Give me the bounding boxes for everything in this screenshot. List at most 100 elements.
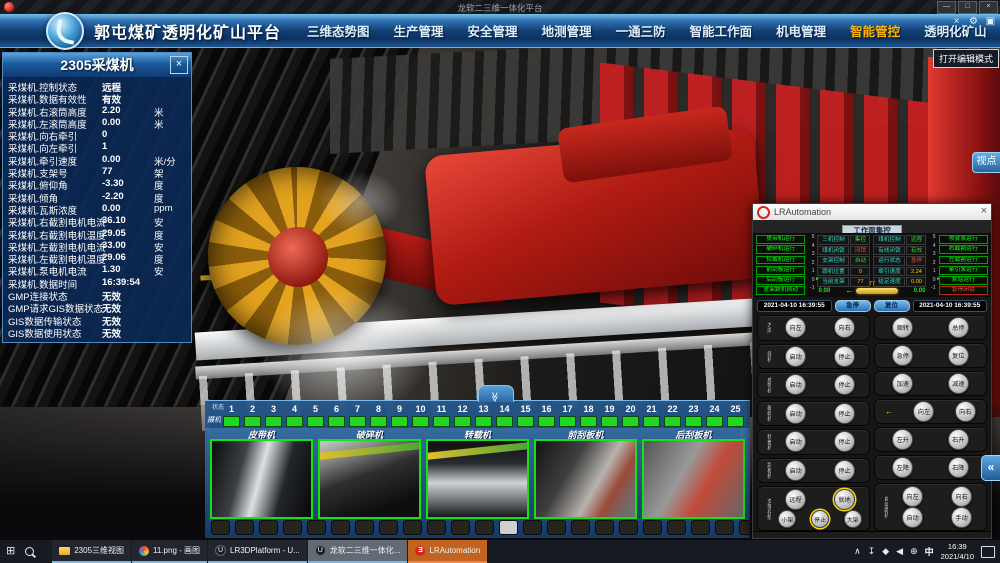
strip-tile[interactable] <box>403 520 422 535</box>
camera-channel[interactable]: 10 <box>410 403 431 427</box>
strip-tile[interactable] <box>547 520 566 535</box>
maximize-button[interactable]: □ <box>958 1 977 14</box>
open-edit-mode-button[interactable]: 打开编辑模式 <box>933 49 999 68</box>
camera-feed[interactable]: 后刮板机 <box>642 428 745 519</box>
camera-channel[interactable]: 18 <box>578 403 599 427</box>
control-button[interactable]: 左降 <box>892 457 913 478</box>
control-button[interactable]: 向右 <box>955 401 976 422</box>
camera-channel[interactable]: 5 <box>305 403 326 427</box>
nav-item[interactable]: 智能工作面 <box>690 21 753 40</box>
tools-icon[interactable]: × <box>950 16 963 27</box>
control-button[interactable]: 左升 <box>892 429 913 450</box>
strip-tile[interactable] <box>667 520 686 535</box>
camera-channel[interactable]: 25 <box>725 403 746 427</box>
strip-tile[interactable] <box>307 520 326 535</box>
camera-channel[interactable]: 19 <box>599 403 620 427</box>
strip-tile[interactable] <box>355 520 374 535</box>
camera-channel[interactable]: 24 <box>704 403 725 427</box>
control-button[interactable]: 减速 <box>948 373 969 394</box>
strip-tile[interactable] <box>475 520 494 535</box>
camera-panel-collapse-tab[interactable]: ≪ <box>478 385 514 402</box>
camera-channel[interactable]: 8 <box>368 403 389 427</box>
camera-channel[interactable]: 6 <box>326 403 347 427</box>
taskbar-item[interactable]: ULR3DPlatform - U... <box>208 540 307 563</box>
control-button[interactable]: 启动 <box>785 374 806 395</box>
close-button[interactable]: × <box>979 1 998 14</box>
control-button[interactable]: 复位 <box>948 345 969 366</box>
strip-tile[interactable] <box>571 520 590 535</box>
camera-channel[interactable]: 12 <box>452 403 473 427</box>
control-button[interactable]: 停止 <box>834 403 855 424</box>
nav-item[interactable]: 安全管理 <box>468 21 518 40</box>
pin-icon[interactable]: ↧ <box>868 546 876 557</box>
strip-tile[interactable] <box>331 520 350 535</box>
strip-tile[interactable] <box>619 520 638 535</box>
control-button[interactable]: 加速 <box>892 373 913 394</box>
strip-tile[interactable] <box>235 520 254 535</box>
camera-channel[interactable]: 21 <box>641 403 662 427</box>
strip-tile[interactable] <box>283 520 302 535</box>
control-button[interactable]: 大架 <box>844 510 862 528</box>
camera-channel[interactable]: 17 <box>557 403 578 427</box>
control-button[interactable]: 右升 <box>948 429 969 450</box>
camera-channel[interactable]: 14 <box>494 403 515 427</box>
camera-channel[interactable]: 2 <box>242 403 263 427</box>
minimize-button[interactable]: — <box>937 1 956 14</box>
control-button[interactable]: 向左 <box>785 317 806 338</box>
camera-channel[interactable]: 1 <box>221 403 242 427</box>
control-button[interactable]: 总停 <box>948 317 969 338</box>
control-button[interactable]: 就地 <box>834 489 855 510</box>
camera-channel[interactable]: 16 <box>536 403 557 427</box>
control-button[interactable]: 右降 <box>948 457 969 478</box>
viewpoint-tab[interactable]: 视点 <box>972 152 1000 173</box>
control-button[interactable]: 停止 <box>834 346 855 367</box>
strip-tile[interactable] <box>211 520 230 535</box>
camera-channel[interactable]: 7 <box>347 403 368 427</box>
nav-item[interactable]: 地测管理 <box>542 21 592 40</box>
taskbar-item[interactable]: U龙软二三维一体化... <box>308 540 408 563</box>
control-button[interactable]: 小架 <box>778 510 796 528</box>
control-button[interactable]: 向左 <box>902 486 923 507</box>
control-button[interactable]: 顺转 <box>892 317 913 338</box>
nav-item[interactable]: 一通三防 <box>616 21 666 40</box>
lrautomation-titlebar[interactable]: LRAutomation × <box>753 204 991 220</box>
camera-channel[interactable]: 23 <box>683 403 704 427</box>
camera-feed[interactable]: 破碎机 <box>318 428 421 519</box>
network-icon[interactable]: ⊕ <box>910 546 918 557</box>
estop-pill-button[interactable]: 急停 <box>835 300 871 312</box>
action-center-icon[interactable] <box>981 546 995 558</box>
camera-feed[interactable]: 转载机 <box>426 428 529 519</box>
nav-item[interactable]: 三维态势图 <box>307 21 370 40</box>
volume-icon[interactable]: ◀ <box>896 546 903 557</box>
nav-item[interactable]: 生产管理 <box>394 21 444 40</box>
control-button[interactable]: 停止 <box>834 431 855 452</box>
strip-tile[interactable] <box>379 520 398 535</box>
strip-tile[interactable] <box>451 520 470 535</box>
camera-channel[interactable]: 9 <box>389 403 410 427</box>
strip-tile[interactable] <box>523 520 542 535</box>
start-icon[interactable]: ⊞ <box>6 546 15 557</box>
camera-channel[interactable]: 3 <box>263 403 284 427</box>
tray-clock[interactable]: 16:39 2021/4/10 <box>941 542 974 562</box>
control-button[interactable]: 停止 <box>834 374 855 395</box>
strip-tile[interactable] <box>715 520 734 535</box>
strip-tile[interactable] <box>499 520 518 535</box>
control-button[interactable]: 手动 <box>951 507 972 528</box>
fullscreen-icon[interactable]: ▣ <box>984 16 997 27</box>
control-button[interactable]: 启动 <box>785 403 806 424</box>
defender-icon[interactable]: ◆ <box>882 546 889 557</box>
ime-indicator[interactable]: 中 <box>925 545 934 558</box>
camera-feed[interactable]: 皮带机 <box>210 428 313 519</box>
control-button[interactable]: 向右 <box>834 317 855 338</box>
taskbar-item[interactable]: 2305三维视图 <box>52 540 131 563</box>
control-button[interactable]: 启动 <box>785 460 806 481</box>
control-button[interactable]: 自动 <box>902 507 923 528</box>
control-button[interactable]: 停止 <box>834 460 855 481</box>
nav-item[interactable]: 智能管控 <box>850 21 900 40</box>
strip-tile[interactable] <box>643 520 662 535</box>
control-button[interactable]: 向左 <box>913 401 934 422</box>
control-button[interactable]: 停止 <box>811 510 829 528</box>
gear-icon[interactable]: ⚙ <box>967 16 980 27</box>
control-button[interactable]: 急停 <box>892 345 913 366</box>
nav-item[interactable]: 机电管理 <box>776 21 826 40</box>
